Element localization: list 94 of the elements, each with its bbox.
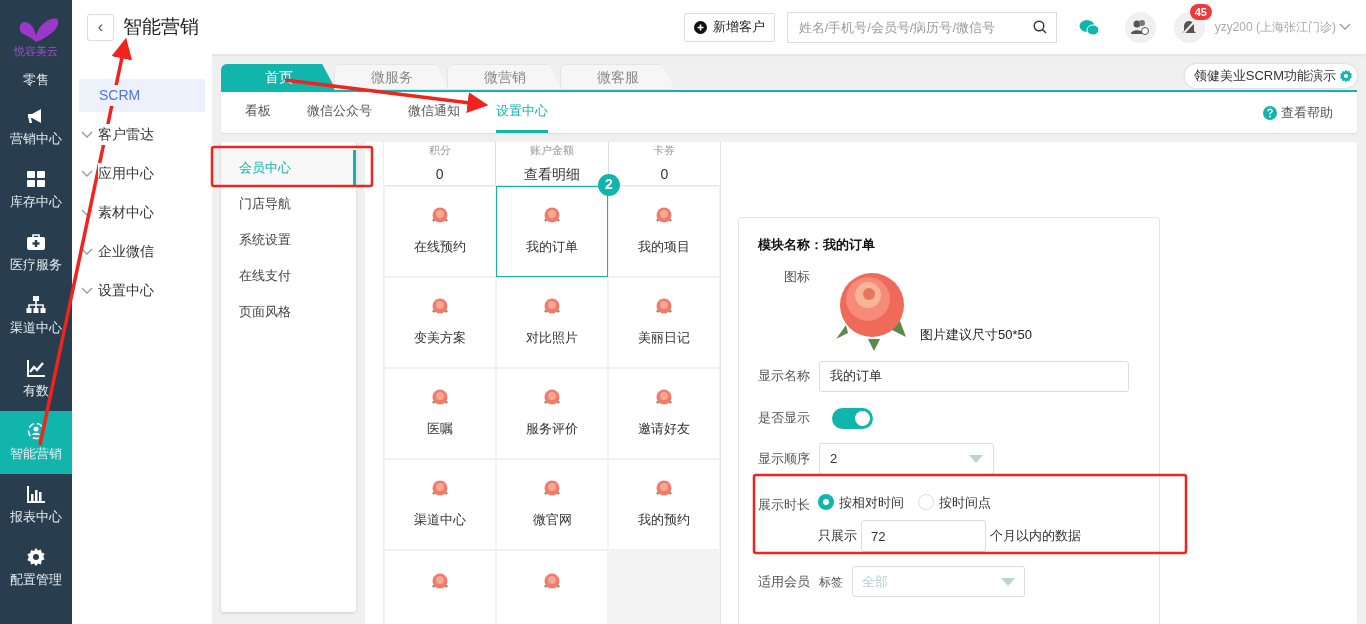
icon-size-hint: 图片建议尺寸50*50 bbox=[920, 326, 1032, 344]
help-link[interactable]: 查看帮助 bbox=[1263, 102, 1333, 123]
subtab[interactable]: 微信通知 bbox=[408, 92, 460, 133]
subtab[interactable]: 微信公众号 bbox=[307, 92, 372, 133]
rail-label: 渠道中心 bbox=[10, 319, 62, 338]
rail-label: 配置管理 bbox=[10, 571, 62, 590]
stat-label: 积分 bbox=[428, 143, 451, 158]
plus-circle-icon bbox=[693, 20, 707, 34]
menu-item[interactable]: SCRM bbox=[79, 79, 205, 112]
settings-menu-item[interactable]: 在线支付 bbox=[221, 258, 356, 294]
search-field[interactable]: 姓名/手机号/会员号/病历号/微信号 bbox=[786, 11, 1057, 43]
rail-item[interactable]: 报表中心 bbox=[0, 474, 72, 537]
module-tile[interactable]: 美丽日记 bbox=[608, 276, 720, 368]
stat-value: 0 bbox=[660, 164, 669, 184]
chevron-down-icon bbox=[81, 286, 93, 295]
rail-item[interactable]: 配置管理 bbox=[0, 537, 72, 600]
visibility-switch[interactable] bbox=[832, 407, 873, 429]
rail-label: 报表中心 bbox=[10, 508, 62, 527]
caret-icon bbox=[1001, 577, 1015, 586]
module-tile[interactable]: 微官网 bbox=[496, 458, 608, 550]
chevron-down-icon bbox=[81, 130, 93, 139]
rail-label: 库存中心 bbox=[10, 193, 62, 212]
field-label: 显示顺序 bbox=[758, 449, 810, 468]
module-tile[interactable]: 医嘱 bbox=[384, 367, 496, 459]
stat-label: 卡券 bbox=[653, 143, 676, 158]
line-chart-icon bbox=[26, 358, 46, 379]
logo-text: 悦容美云 bbox=[14, 45, 58, 57]
bar-chart-icon bbox=[26, 484, 46, 505]
module-tile[interactable]: 服务评价 bbox=[496, 367, 608, 459]
name-input[interactable]: 我的订单 bbox=[819, 360, 1129, 392]
rail-item[interactable]: 医疗服务 bbox=[0, 222, 72, 285]
notification-badge: 45 bbox=[1189, 3, 1212, 20]
rail-label: 有数 bbox=[23, 382, 49, 401]
chat-bubbles-icon[interactable] bbox=[1078, 18, 1099, 36]
field-label: 展示时长 bbox=[758, 495, 810, 514]
account-chip[interactable]: 领健美业SCRM功能演示 bbox=[1184, 64, 1357, 88]
module-tile[interactable]: 变美方案 bbox=[384, 276, 496, 368]
stat-value: 0 bbox=[435, 164, 444, 184]
module-tile[interactable]: 邀请好友 bbox=[608, 367, 720, 459]
rail-item[interactable]: 零售 bbox=[0, 64, 72, 96]
search-icon[interactable] bbox=[1032, 19, 1047, 34]
subtab[interactable]: 看板 bbox=[245, 92, 271, 133]
rail-label: 零售 bbox=[23, 71, 49, 90]
field-label: 只展示 bbox=[818, 527, 857, 546]
rail-label: 智能营销 bbox=[10, 445, 62, 464]
grid-icon bbox=[26, 169, 46, 190]
settings-menu-item[interactable]: 系统设置 bbox=[221, 222, 356, 258]
menu-item[interactable]: 设置中心 bbox=[79, 274, 205, 307]
caret-icon bbox=[969, 454, 983, 463]
settings-icon bbox=[26, 547, 46, 568]
rail-label: 营销中心 bbox=[10, 130, 62, 149]
chevron-down-icon bbox=[81, 169, 93, 178]
rail-item[interactable]: 有数 bbox=[0, 348, 72, 411]
add-customer-button[interactable]: 新增客户 bbox=[683, 12, 775, 42]
field-label: 显示名称 bbox=[758, 367, 810, 386]
module-tile[interactable]: 我的预约 bbox=[608, 458, 720, 550]
radio-option[interactable]: 按时间点 bbox=[918, 492, 991, 512]
field-label: 是否显示 bbox=[758, 409, 810, 428]
rail-item[interactable]: 渠道中心 bbox=[0, 285, 72, 348]
chevron-down-icon bbox=[81, 247, 93, 256]
stat-label: 账户金额 bbox=[530, 143, 574, 158]
settings-icon bbox=[1339, 69, 1353, 83]
rail-item[interactable]: 库存中心 bbox=[0, 159, 72, 222]
module-tile[interactable] bbox=[384, 549, 496, 624]
module-tile[interactable]: 对比照片 bbox=[496, 276, 608, 368]
months-input[interactable]: 72 bbox=[861, 520, 986, 552]
rail-label: 医疗服务 bbox=[10, 256, 62, 275]
back-button[interactable]: ‹ bbox=[87, 13, 114, 41]
medical-kit-icon bbox=[26, 232, 46, 253]
settings-menu-item[interactable]: 页面风格 bbox=[221, 294, 356, 330]
order-select[interactable]: 2 bbox=[819, 442, 994, 475]
field-label: 图标 bbox=[783, 267, 810, 286]
chevron-down-icon bbox=[81, 208, 93, 217]
menu-item[interactable]: 素材中心 bbox=[79, 196, 205, 229]
page-title: 智能营销 bbox=[123, 14, 199, 39]
field-label: 适用会员 bbox=[758, 572, 810, 591]
staff-clock-icon[interactable] bbox=[1124, 11, 1156, 43]
field-label: 标签 bbox=[819, 573, 843, 591]
field-label: 个月以内的数据 bbox=[990, 527, 1081, 546]
module-tile[interactable]: 渠道中心 bbox=[384, 458, 496, 550]
module-tile[interactable] bbox=[496, 549, 608, 624]
radio-option[interactable]: 按相对时间 bbox=[818, 492, 904, 512]
rail-item[interactable]: 营销中心 bbox=[0, 96, 72, 159]
settings-menu-item[interactable]: 门店导航 bbox=[221, 186, 356, 222]
order-badge: 2 bbox=[598, 173, 620, 196]
chevron-down-icon bbox=[1339, 23, 1351, 31]
module-title: 模块名称：我的订单 bbox=[758, 236, 876, 254]
help-icon bbox=[1263, 105, 1277, 120]
menu-item[interactable]: 客户雷达 bbox=[79, 118, 205, 151]
stat-value: 查看明细 bbox=[524, 164, 580, 184]
menu-item[interactable]: 应用中心 bbox=[79, 157, 205, 190]
module-tile[interactable]: 在线预约 bbox=[384, 185, 496, 277]
menu-item[interactable]: 企业微信 bbox=[79, 235, 205, 268]
sitemap-icon bbox=[26, 295, 46, 316]
